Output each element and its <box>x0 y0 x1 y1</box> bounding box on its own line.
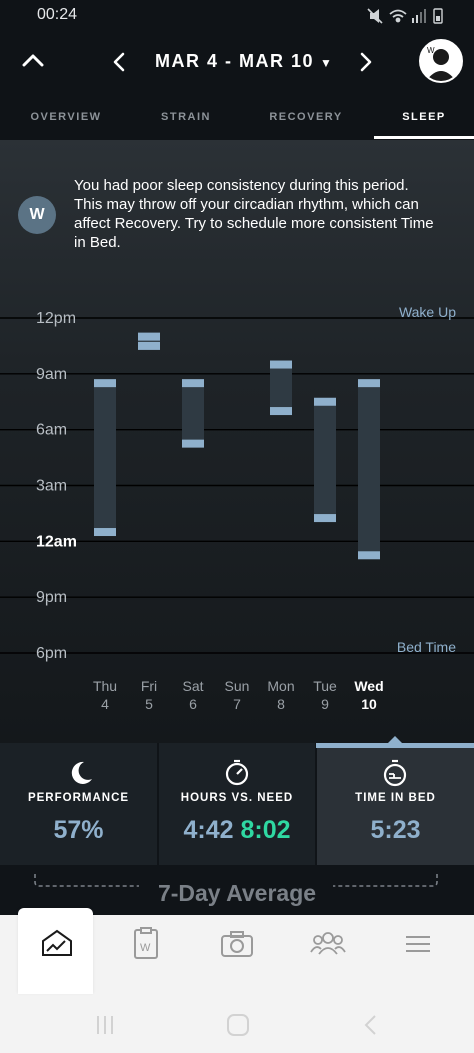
stopwatch-icon <box>225 759 249 786</box>
day-date: 8 <box>277 696 285 712</box>
metric-label: PERFORMANCE <box>27 792 130 804</box>
metric-label: TIME IN BED <box>355 792 436 804</box>
sleep-bar <box>182 383 204 444</box>
status-time: 00:24 <box>37 6 78 23</box>
back-icon[interactable] <box>364 1015 376 1035</box>
journal-icon[interactable]: W <box>126 927 166 961</box>
day-date: 9 <box>321 696 329 712</box>
need-value: 8:02 <box>240 816 291 844</box>
metric-hours-vs-need[interactable]: HOURS VS. NEED 4:42 8:02 <box>159 743 315 865</box>
tab-recovery[interactable]: RECOVERY <box>258 111 354 123</box>
x-axis-day-label[interactable]: Mon 8 <box>261 677 301 713</box>
metric-label: HOURS VS. NEED <box>180 792 294 804</box>
tab-sleep[interactable]: SLEEP <box>376 111 472 123</box>
wake-marker <box>138 332 160 341</box>
bed-marker <box>138 341 160 350</box>
bed-marker <box>94 528 116 537</box>
wake-marker <box>270 360 292 369</box>
tab-strain[interactable]: STRAIN <box>138 111 234 123</box>
seven-day-average-label: 7-Day Average <box>157 880 317 906</box>
whoop-logo-icon: W <box>18 196 56 234</box>
day-of-week: Mon <box>267 678 295 694</box>
day-date: 10 <box>361 696 377 712</box>
day-date: 4 <box>101 696 109 712</box>
mute-icon <box>367 8 383 24</box>
chevron-right-icon[interactable] <box>359 52 373 72</box>
wake-marker <box>358 379 380 388</box>
hours-value: 4:42 <box>183 816 234 844</box>
metric-time-in-bed[interactable]: TIME IN BED 5:23 <box>317 743 474 865</box>
day-of-week: Wed <box>354 678 384 694</box>
recents-icon[interactable] <box>97 1016 113 1034</box>
wake-up-label: Wake Up <box>399 304 456 320</box>
profile-icon: W <box>426 46 456 81</box>
metric-selected-notch <box>388 736 402 743</box>
metric-selected-indicator <box>316 743 474 748</box>
x-axis-day-label[interactable]: Sat 6 <box>173 677 213 713</box>
metric-value: 5:23 <box>370 816 421 844</box>
home-icon[interactable] <box>227 1014 249 1036</box>
home-chart-icon[interactable] <box>37 927 77 961</box>
x-axis-day-label[interactable]: Wed 10 <box>349 677 389 713</box>
sleep-bar <box>94 383 116 533</box>
wake-marker <box>182 379 204 388</box>
y-tick-label: 6pm <box>36 645 67 662</box>
moon-icon <box>71 761 92 784</box>
wake-marker <box>94 379 116 388</box>
y-tick-label: 3am <box>36 478 67 495</box>
x-axis-day-label[interactable]: Fri 5 <box>129 677 169 713</box>
bed-marker <box>270 407 292 416</box>
x-axis-day-label[interactable]: Sun 7 <box>217 677 257 713</box>
bed-marker <box>182 439 204 448</box>
day-of-week: Fri <box>140 678 158 694</box>
day-date: 5 <box>145 696 153 712</box>
y-tick-label: 9pm <box>36 589 67 606</box>
sleep-bar <box>270 364 292 412</box>
day-of-week: Thu <box>92 678 118 694</box>
tab-overview[interactable]: OVERVIEW <box>18 111 114 123</box>
day-date: 6 <box>189 696 197 712</box>
date-range-selector[interactable]: MAR 4 - MAR 10 <box>155 51 314 72</box>
bed-time-label: Bed Time <box>397 639 456 655</box>
sleep-bar <box>358 383 380 556</box>
tab-active-indicator <box>374 136 474 139</box>
camera-icon[interactable] <box>217 927 257 961</box>
x-axis-day-label[interactable]: Thu 4 <box>85 677 125 713</box>
insight-message: You had poor sleep consistency during th… <box>74 177 434 251</box>
y-tick-label: 6am <box>36 422 67 439</box>
day-date: 7 <box>233 696 241 712</box>
chevron-left-icon[interactable] <box>112 52 126 72</box>
caret-down-icon[interactable]: ▼ <box>320 56 332 70</box>
metric-value: 4:42 8:02 <box>159 816 315 845</box>
day-of-week: Sun <box>224 678 250 694</box>
battery-icon <box>433 8 443 24</box>
avatar[interactable]: W <box>419 39 463 83</box>
bed-clock-icon <box>383 759 407 787</box>
team-icon[interactable] <box>308 927 348 961</box>
day-of-week: Tue <box>313 678 337 694</box>
chevron-up-icon[interactable] <box>22 52 44 68</box>
x-axis-day-label[interactable]: Tue 9 <box>305 677 345 713</box>
metric-value: 57% <box>53 816 104 844</box>
y-tick-label: 12pm <box>36 310 76 327</box>
bed-marker <box>314 514 336 523</box>
status-icons <box>367 8 443 24</box>
wake-marker <box>314 397 336 406</box>
svg-text:W: W <box>427 46 435 55</box>
wifi-icon <box>389 9 407 23</box>
day-of-week: Sat <box>182 678 204 694</box>
sleep-bar <box>314 401 336 519</box>
signal-icon <box>412 9 426 23</box>
system-nav-buttons <box>97 1014 376 1036</box>
sleep-consistency-chart: 12pm 9am 6am 3am 12am 9pm 6pm Wake Up Bed Time <box>0 304 474 662</box>
svg-text:W: W <box>140 942 151 954</box>
bed-marker <box>358 551 380 560</box>
y-tick-label: 12am <box>36 533 77 550</box>
y-tick-label: 9am <box>36 366 67 383</box>
menu-icon[interactable] <box>398 927 438 961</box>
metric-performance[interactable]: PERFORMANCE 57% <box>0 743 157 865</box>
